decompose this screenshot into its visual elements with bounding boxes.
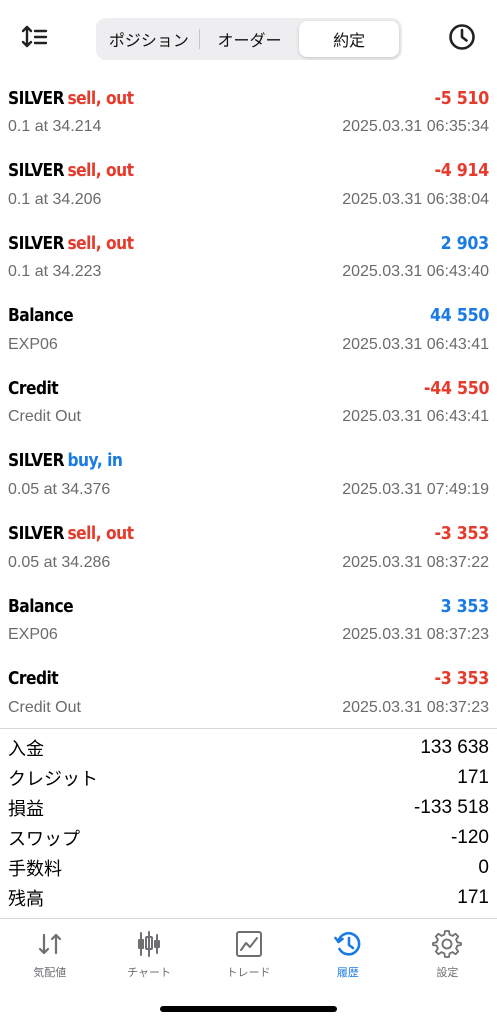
history-segmented-control: ポジション オーダー 約定 — [96, 18, 402, 60]
summary-value: 133 638 — [420, 737, 489, 758]
deal-action: sell, out — [67, 232, 134, 254]
deal-symbol: Balance — [8, 305, 74, 327]
summary-row: 損益 -133 518 — [0, 793, 497, 823]
candlestick-chart-icon — [138, 931, 161, 957]
deal-detail: Credit Out — [8, 408, 81, 426]
summary-label: クレジット — [8, 769, 98, 789]
deal-amount: -4 914 — [434, 160, 489, 182]
deal-detail: 0.05 at 34.376 — [8, 480, 111, 498]
deal-time: 2025.03.31 08:37:23 — [342, 626, 489, 644]
deal-symbol: SILVER sell, out — [8, 87, 134, 109]
deal-time: 2025.03.31 06:43:40 — [342, 263, 489, 281]
summary-row: クレジット 171 — [0, 763, 497, 793]
tabbar-chart[interactable]: チャート — [99, 919, 198, 988]
deal-time: 2025.03.31 06:43:41 — [342, 335, 489, 353]
deal-row[interactable]: SILVER sell, out -3 353 0.05 at 34.286 20… — [0, 516, 497, 589]
bottom-tab-bar: 気配値 チャート トレード 履歴 設定 — [0, 918, 497, 988]
tabbar-label: 履歴 — [336, 967, 359, 979]
deal-detail: Credit Out — [8, 698, 81, 716]
tab-positions[interactable]: ポジション — [99, 21, 199, 57]
deal-symbol: SILVER sell, out — [8, 160, 134, 182]
history-clock-icon — [334, 932, 361, 956]
deal-action: sell, out — [67, 87, 134, 109]
deal-symbol: Credit — [8, 668, 59, 690]
summary-row: 手数料 0 — [0, 853, 497, 883]
summary-label: スワップ — [8, 829, 80, 849]
summary-panel: 入金 133 638 クレジット 171 損益 -133 518 スワップ -120 手数料 0 残… — [0, 728, 497, 913]
tab-deals[interactable]: 約定 — [299, 21, 400, 57]
deal-time: 2025.03.31 06:38:04 — [342, 190, 489, 208]
deal-symbol: Credit — [8, 377, 59, 399]
summary-value: -120 — [450, 827, 489, 848]
clock-icon[interactable] — [447, 22, 477, 52]
summary-value: 171 — [457, 767, 489, 788]
deal-row[interactable]: Credit -3 353 Credit Out 2025.03.31 08:3… — [0, 661, 497, 734]
deal-amount: 44 550 — [429, 305, 489, 327]
deal-detail: 0.1 at 34.206 — [8, 190, 102, 208]
deal-time: 2025.03.31 08:37:23 — [342, 698, 489, 716]
deal-amount: -3 353 — [434, 523, 489, 545]
top-bar: ポジション オーダー 約定 — [0, 0, 497, 80]
deal-symbol: SILVER sell, out — [8, 523, 134, 545]
deal-row[interactable]: Credit -44 550 Credit Out 2025.03.31 06:… — [0, 370, 497, 443]
summary-row: 入金 133 638 — [0, 733, 497, 763]
summary-row: 残高 171 — [0, 883, 497, 913]
deal-detail: EXP06 — [8, 335, 58, 353]
deal-time: 2025.03.31 08:37:22 — [342, 553, 489, 571]
deal-symbol: SILVER buy, in — [8, 450, 123, 472]
tabbar-settings[interactable]: 設定 — [398, 919, 497, 988]
deal-row[interactable]: SILVER sell, out -4 914 0.1 at 34.206 202… — [0, 153, 497, 226]
summary-value: -133 518 — [413, 797, 489, 818]
deal-amount: 2 903 — [440, 232, 490, 254]
summary-label: 手数料 — [8, 859, 62, 879]
tabbar-quotes[interactable]: 気配値 — [0, 919, 99, 988]
summary-label: 入金 — [8, 739, 44, 759]
deal-detail: EXP06 — [8, 626, 58, 644]
deal-action: buy, in — [67, 450, 123, 472]
summary-label: 残高 — [8, 889, 44, 909]
deal-symbol: Balance — [8, 595, 74, 617]
trade-line-chart-icon — [235, 931, 262, 957]
deal-action: sell, out — [67, 523, 134, 545]
tab-orders[interactable]: オーダー — [200, 21, 300, 57]
deal-action: sell, out — [67, 160, 134, 182]
gear-icon — [432, 930, 463, 958]
deal-detail: 0.05 at 34.286 — [8, 553, 111, 571]
summary-row: スワップ -120 — [0, 823, 497, 853]
deal-amount: 3 353 — [440, 595, 490, 617]
deals-list: SILVER sell, out -5 510 0.1 at 34.214 202… — [0, 80, 497, 733]
deal-amount: -44 550 — [423, 377, 490, 399]
tabbar-trade[interactable]: トレード — [199, 919, 298, 988]
deal-row[interactable]: Balance 44 550 EXP06 2025.03.31 06:43:41 — [0, 298, 497, 371]
home-indicator[interactable] — [160, 1006, 337, 1012]
tabbar-history[interactable]: 履歴 — [298, 919, 397, 988]
deal-amount: -5 510 — [434, 87, 489, 109]
quotes-arrows-icon — [38, 933, 61, 955]
deal-detail: 0.1 at 34.214 — [8, 118, 102, 135]
tabbar-label: 設定 — [436, 967, 459, 979]
deal-amount: -3 353 — [434, 668, 489, 690]
deal-detail: 0.1 at 34.223 — [8, 263, 102, 281]
tabbar-label: 気配値 — [33, 967, 67, 979]
sort-icon[interactable] — [20, 24, 50, 50]
tabbar-label: トレード — [226, 967, 271, 979]
tabbar-label: チャート — [127, 967, 172, 979]
summary-label: 損益 — [8, 799, 44, 819]
summary-value: 0 — [478, 857, 489, 878]
deal-time: 2025.03.31 07:49:19 — [342, 480, 489, 498]
deal-symbol: SILVER sell, out — [8, 232, 134, 254]
summary-value: 171 — [457, 887, 489, 908]
deal-row[interactable]: SILVER sell, out -5 510 0.1 at 34.214 202… — [0, 80, 497, 153]
deal-time: 2025.03.31 06:35:34 — [342, 118, 489, 135]
deal-time: 2025.03.31 06:43:41 — [342, 408, 489, 426]
deal-row[interactable]: SILVER sell, out 2 903 0.1 at 34.223 2025… — [0, 225, 497, 298]
deal-row[interactable]: Balance 3 353 EXP06 2025.03.31 08:37:23 — [0, 588, 497, 661]
deal-row[interactable]: SILVER buy, in 0.05 at 34.376 2025.03.31 … — [0, 443, 497, 516]
